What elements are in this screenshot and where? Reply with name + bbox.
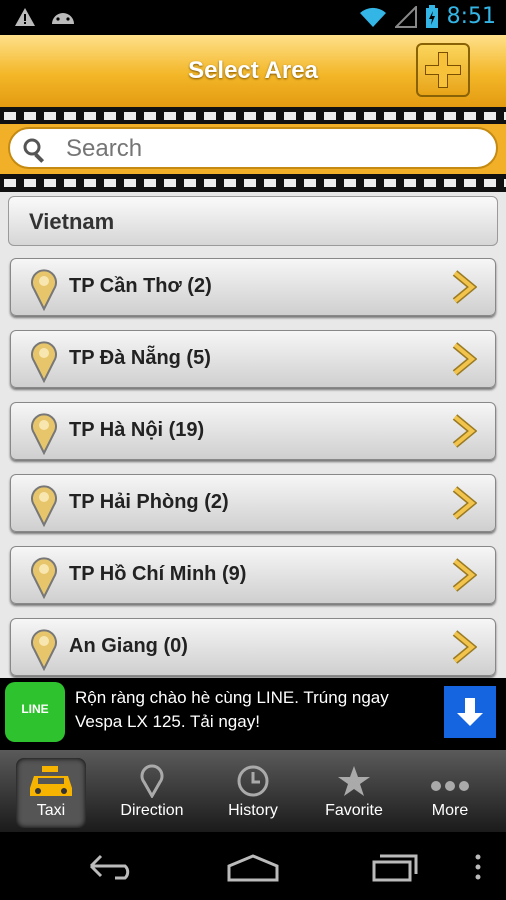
back-icon[interactable] [85,852,141,882]
tab-label: Favorite [325,802,383,819]
system-nav-bar [0,832,506,900]
tab-label: Direction [120,802,184,819]
film-strip-bottom [0,174,506,192]
chevron-right-icon [452,414,477,448]
map-pin-icon [31,341,57,383]
map-pin-icon [31,557,57,599]
taxi-icon [30,766,72,796]
map-pin-icon [31,629,57,671]
clock-icon [237,765,269,797]
clock: 8:51 [446,4,496,29]
home-icon[interactable] [225,852,281,882]
recent-apps-icon[interactable] [368,852,424,882]
plus-icon [425,52,461,88]
more-icon [431,781,469,791]
area-label: An Giang (0) [69,635,188,657]
download-button[interactable] [444,686,496,738]
tab-favorite[interactable]: Favorite [306,758,402,828]
tab-direction[interactable]: Direction [104,758,200,828]
chevron-right-icon [452,558,477,592]
map-pin-icon [31,485,57,527]
chevron-right-icon [452,630,477,664]
search-band [0,124,506,174]
area-label: TP Hà Nội (19) [69,419,205,441]
section-title: Vietnam [29,209,115,234]
android-icon [52,13,74,24]
bottom-tab-bar: Taxi Direction History Favorite More [0,750,506,832]
warning-icon [15,8,35,26]
film-strip-top [0,107,506,125]
ad-banner[interactable]: LINE Rộn ràng chào hè cùng LINE. Trúng n… [0,678,506,750]
chevron-right-icon [452,486,477,520]
tab-history[interactable]: History [205,758,301,828]
tab-more[interactable]: More [402,758,498,828]
search-icon [23,138,45,163]
area-label: TP Cần Thơ (2) [69,275,212,297]
tab-label: Taxi [36,802,66,819]
battery-icon [425,4,438,28]
tab-taxi[interactable]: Taxi [16,758,86,828]
section-header: Vietnam [8,196,498,246]
tab-label: More [431,802,469,819]
header: Select Area [0,35,506,108]
status-bar: 8:51 [0,0,506,35]
area-item[interactable]: TP Hồ Chí Minh (9) [10,546,496,604]
overflow-menu-icon[interactable] [470,852,486,882]
area-list[interactable]: Vietnam TP Cần Thơ (2) TP Đà Nẵng (5) TP… [0,192,506,678]
area-item[interactable]: TP Hà Nội (19) [10,402,496,460]
map-pin-icon [31,413,57,455]
ad-logo-text: LINE [21,702,49,716]
star-icon [338,766,370,796]
line-logo: LINE [5,682,65,742]
area-item[interactable]: TP Hải Phòng (2) [10,474,496,532]
tab-label: History [228,802,278,819]
wifi-icon [359,7,386,27]
area-item[interactable]: TP Cần Thơ (2) [10,258,496,316]
pin-icon [140,764,164,798]
ad-text: Rộn ràng chào hè cùng LINE. Trúng ngay V… [75,688,389,731]
area-item[interactable]: An Giang (0) [10,618,496,676]
map-pin-icon [31,269,57,311]
add-area-button[interactable] [416,43,470,97]
chevron-right-icon [452,342,477,376]
download-arrow-icon [457,698,483,726]
chevron-right-icon [452,270,477,304]
area-label: TP Đà Nẵng (5) [69,347,211,369]
area-item[interactable]: TP Đà Nẵng (5) [10,330,496,388]
area-label: TP Hồ Chí Minh (9) [69,563,247,585]
search-input[interactable] [64,133,488,165]
search-box[interactable] [8,127,498,169]
signal-icon [394,5,417,28]
area-label: TP Hải Phòng (2) [69,491,229,513]
